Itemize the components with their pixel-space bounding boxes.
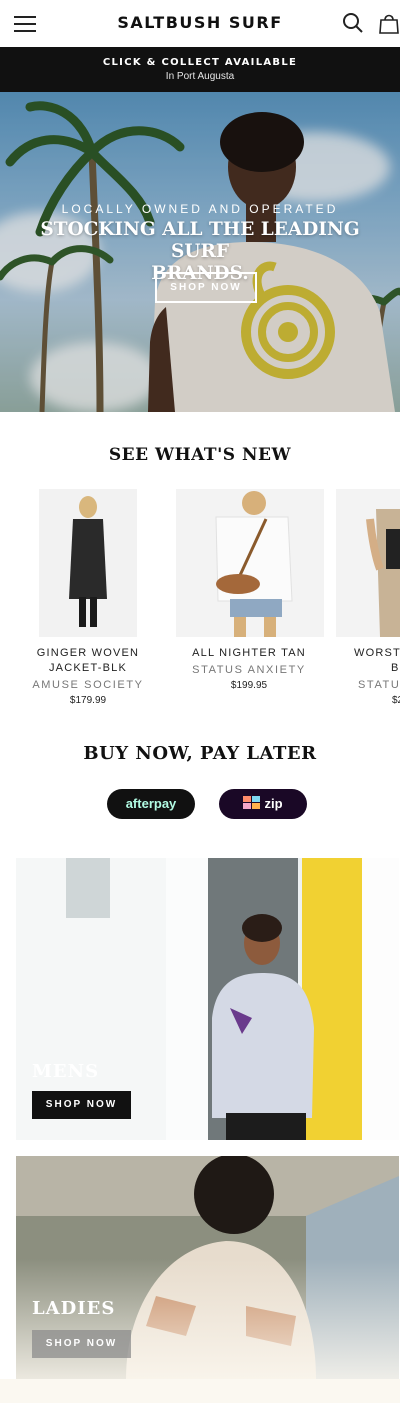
product-name-line1: GINGER WOVEN bbox=[36, 647, 140, 659]
site-header: SALTBUSH SURF bbox=[0, 0, 400, 47]
zip-logo-icon bbox=[243, 796, 261, 809]
hero-shop-now-button[interactable]: SHOP NOW bbox=[155, 272, 257, 303]
hero-eyebrow: LOCALLY OWNED AND OPERATED bbox=[61, 202, 339, 216]
search-icon[interactable] bbox=[342, 12, 366, 36]
page-bottom-fade bbox=[0, 1379, 400, 1403]
announcement-bar[interactable]: CLICK & COLLECT AVAILABLE In Port August… bbox=[0, 47, 400, 92]
ladies-shop-now-button[interactable]: SHOP NOW bbox=[32, 1330, 131, 1358]
product-card[interactable]: WORST B STATUS $2 bbox=[336, 489, 400, 706]
afterpay-badge[interactable]: afterpay bbox=[107, 789, 195, 819]
product-name-line1: WORST bbox=[354, 647, 400, 659]
product-name[interactable]: ALL NIGHTER TAN bbox=[174, 646, 324, 661]
product-card[interactable]: GINGER WOVEN JACKET-BLK AMUSE SOCIETY $1… bbox=[13, 489, 163, 706]
product-price: $2 bbox=[392, 695, 400, 706]
hero-banner[interactable]: LOCALLY OWNED AND OPERATED STOCKING ALL … bbox=[0, 92, 400, 412]
product-brand: STATUS bbox=[358, 679, 400, 691]
product-card[interactable]: ALL NIGHTER TAN STATUS ANXIETY $199.95 bbox=[174, 489, 324, 691]
product-name-line1: ALL NIGHTER TAN bbox=[192, 647, 306, 659]
zip-text: zip bbox=[264, 796, 283, 811]
ladies-fade-overlay bbox=[16, 1259, 399, 1379]
product-image[interactable] bbox=[336, 489, 400, 637]
product-price: $199.95 bbox=[230, 680, 268, 691]
payments-title: BUY NOW, PAY LATER bbox=[83, 743, 317, 764]
product-name[interactable]: WORST B bbox=[336, 646, 400, 676]
product-name-line2: B bbox=[391, 662, 400, 674]
category-title-ladies: LADIES bbox=[32, 1298, 116, 1319]
product-image[interactable] bbox=[176, 489, 324, 637]
category-card-mens[interactable]: MENS SHOP NOW bbox=[16, 858, 399, 1140]
category-card-ladies[interactable]: LADIES SHOP NOW bbox=[16, 1156, 399, 1379]
product-name[interactable]: GINGER WOVEN JACKET-BLK bbox=[13, 646, 163, 676]
mens-shop-now-button[interactable]: SHOP NOW bbox=[32, 1091, 131, 1119]
zip-label: zip bbox=[219, 789, 307, 819]
product-name-line2: JACKET-BLK bbox=[48, 662, 128, 674]
announcement-subtitle: In Port Augusta bbox=[165, 71, 235, 82]
afterpay-label: afterpay bbox=[125, 796, 177, 811]
announcement-title: CLICK & COLLECT AVAILABLE bbox=[102, 57, 298, 68]
hero-headline-line1: STOCKING ALL THE LEADING SURF bbox=[40, 219, 360, 262]
shopping-bag-icon[interactable] bbox=[378, 12, 400, 36]
product-image[interactable] bbox=[39, 489, 137, 637]
product-brand: AMUSE SOCIETY bbox=[32, 679, 144, 691]
zip-badge[interactable]: zip bbox=[219, 789, 307, 819]
product-price: $179.99 bbox=[69, 695, 107, 706]
product-brand: STATUS ANXIETY bbox=[192, 664, 306, 676]
new-arrivals-title: SEE WHAT'S NEW bbox=[108, 445, 292, 465]
category-title-mens: MENS bbox=[32, 1061, 100, 1082]
brand-logo[interactable]: SALTBUSH SURF bbox=[0, 13, 400, 32]
